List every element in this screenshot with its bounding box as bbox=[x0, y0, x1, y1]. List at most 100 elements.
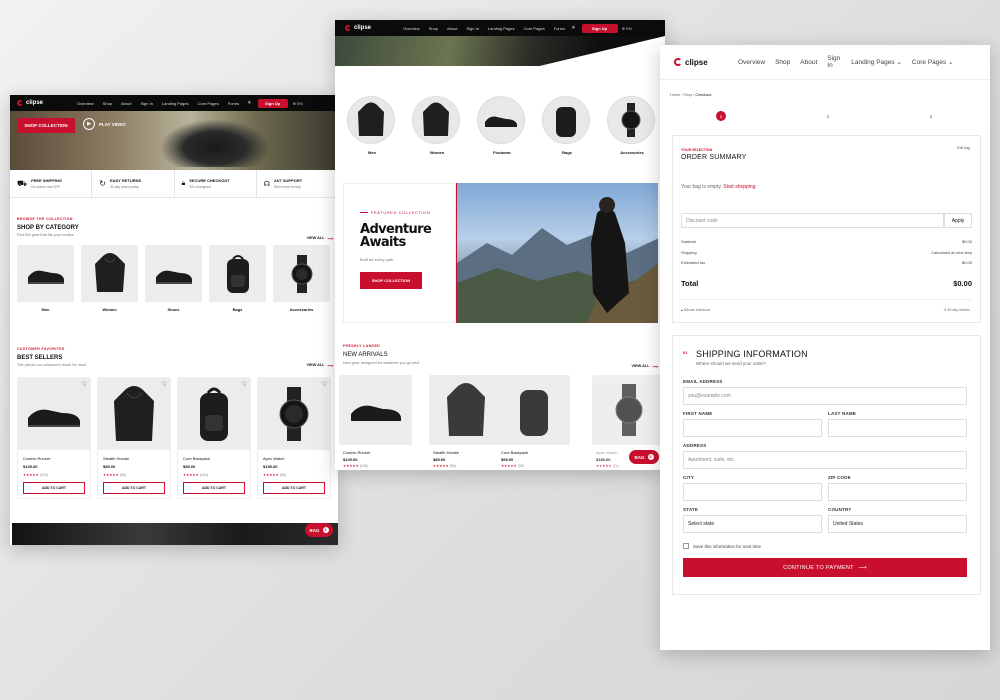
address-field[interactable]: Apartment, suite, etc. bbox=[683, 451, 967, 469]
floating-bag-button[interactable]: BAG 0 bbox=[305, 523, 333, 537]
nav-forms[interactable]: Forms bbox=[228, 101, 239, 106]
product-card[interactable]: ♡ Core Backpack $95.00 ★★★★★ (162) ADD T… bbox=[177, 377, 251, 499]
logo-mark-icon bbox=[345, 25, 351, 31]
nav-shop[interactable]: Shop bbox=[103, 101, 112, 106]
category-card-men[interactable]: Men bbox=[17, 245, 74, 312]
breadcrumb: Home / Shop / Checkout bbox=[670, 93, 712, 97]
brand-logo[interactable]: clipse bbox=[674, 58, 738, 67]
edit-bag-link[interactable]: Edit bag bbox=[957, 146, 970, 150]
new-arrivals-section: FRESHLY LANDED NEW ARRIVALS New gear, de… bbox=[343, 344, 658, 369]
theme-toggle-icon[interactable]: ☀ bbox=[247, 100, 251, 106]
product-card[interactable]: ♡ Cosmic Runner $129.00 ★★★★★ (203) ADD … bbox=[17, 377, 91, 499]
summary-row-tax: Estimated tax $0.00 bbox=[681, 260, 972, 265]
nav-landing-pages[interactable]: Landing Pages bbox=[488, 26, 515, 31]
product-card[interactable]: Stealth Hoodie $85.00 ★★★★★ (50) bbox=[429, 375, 502, 468]
zip-field[interactable] bbox=[828, 483, 967, 501]
wishlist-heart-icon[interactable]: ♡ bbox=[162, 381, 167, 388]
nav-shop[interactable]: Shop bbox=[775, 59, 790, 66]
nav-about[interactable]: About bbox=[447, 26, 457, 31]
step-3: 3 bbox=[929, 113, 932, 119]
product-card[interactable]: ♡ Apex Watch $159.00 ★★★★★ (88) ADD TO C… bbox=[257, 377, 331, 499]
nav-signin[interactable]: Sign In bbox=[140, 101, 152, 106]
wishlist-heart-icon[interactable]: ♡ bbox=[242, 381, 247, 388]
shipping-step-number: 01 bbox=[683, 350, 688, 355]
category-card-bags[interactable]: Bags bbox=[209, 245, 266, 312]
circle-category-women[interactable]: Women bbox=[412, 96, 462, 155]
watch-icon bbox=[615, 384, 642, 436]
nav-core-pages[interactable]: Core Pages bbox=[524, 26, 545, 31]
nav-shop[interactable]: Shop bbox=[429, 26, 438, 31]
category-card-accessories[interactable]: Accessories bbox=[273, 245, 330, 312]
bag-count-badge: 0 bbox=[647, 454, 654, 460]
hero-play-video-button[interactable]: ▶ PLAY VIDEO bbox=[83, 118, 126, 130]
nav-core-pages[interactable]: Core Pages ⌄ bbox=[912, 58, 954, 66]
hero-image: SHOP COLLECTION ▶ PLAY VIDEO bbox=[10, 111, 338, 170]
empty-bag-message: Your bag is empty. Start shopping bbox=[681, 184, 756, 190]
circle-category-accessories[interactable]: Accessories bbox=[607, 96, 657, 155]
nav-landing-pages[interactable]: Landing Pages ⌄ bbox=[851, 58, 902, 66]
category-card-women[interactable]: Women bbox=[81, 245, 138, 312]
arrivals-view-all-link[interactable]: VIEW ALL ⟶ bbox=[632, 364, 658, 369]
featured-shop-collection-button[interactable]: SHOP COLLECTION bbox=[360, 272, 422, 289]
save-info-checkbox[interactable] bbox=[683, 543, 689, 549]
nav-overview[interactable]: Overview bbox=[77, 101, 94, 106]
circle-category-men[interactable]: Men bbox=[347, 96, 397, 155]
floating-bag-button[interactable]: BAG 0 bbox=[629, 450, 659, 464]
summary-row-shipping: Shipping Calculated at next step bbox=[681, 250, 972, 255]
language-selector[interactable]: ⊕ EN bbox=[622, 26, 632, 31]
nav-signin[interactable]: Sign In bbox=[827, 55, 841, 69]
watch-icon bbox=[291, 254, 312, 293]
brand-logo[interactable]: clipse bbox=[17, 100, 69, 106]
theme-toggle-icon[interactable]: ☀ bbox=[571, 25, 575, 31]
signup-button[interactable]: Sign Up bbox=[581, 23, 618, 33]
category-subtitle: Find the gear that fits your routine bbox=[17, 233, 74, 237]
wishlist-heart-icon[interactable]: ♡ bbox=[82, 381, 87, 388]
arrivals-carousel[interactable]: Cosmic Runner $129.00 ★★★★★ (108) Stealt… bbox=[335, 375, 665, 470]
add-to-cart-button[interactable]: ADD TO CART bbox=[23, 482, 85, 494]
product-card[interactable]: Core Backpack $95.00 ★★★★★ (33) bbox=[497, 375, 570, 468]
return-icon: ↺ bbox=[943, 308, 947, 312]
nav-overview[interactable]: Overview bbox=[403, 26, 420, 31]
best-view-all-link[interactable]: VIEW ALL ⟶ bbox=[307, 363, 333, 368]
continue-to-payment-button[interactable]: CONTINUE TO PAYMENT ⟶ bbox=[683, 558, 967, 577]
country-select[interactable]: United States bbox=[828, 515, 967, 533]
shoe-icon bbox=[155, 270, 192, 284]
add-to-cart-button[interactable]: ADD TO CART bbox=[103, 482, 165, 494]
feature-strip: ⛟ FREE SHIPPING On orders over $75 ↻ EASY… bbox=[10, 170, 338, 198]
signup-button[interactable]: Sign Up bbox=[257, 98, 288, 108]
checkout-navbar: clipse Overview Shop About Sign In Landi… bbox=[660, 45, 990, 80]
category-image-women bbox=[81, 245, 138, 302]
state-select[interactable]: Select state bbox=[683, 515, 822, 533]
hoodie-icon bbox=[94, 252, 125, 292]
product-card[interactable]: ♡ Stealth Hoodie $85.00 ★★★★★ (96) ADD T… bbox=[97, 377, 171, 499]
first-name-field[interactable] bbox=[683, 419, 822, 437]
email-field[interactable]: you@example.com bbox=[683, 387, 967, 405]
nav-about[interactable]: About bbox=[121, 101, 131, 106]
nav-overview[interactable]: Overview bbox=[738, 59, 765, 66]
circle-category-bags[interactable]: Bags bbox=[542, 96, 592, 155]
hero-shop-collection-button[interactable]: SHOP COLLECTION bbox=[17, 118, 75, 133]
last-name-field[interactable] bbox=[828, 419, 967, 437]
start-shopping-link[interactable]: Start shopping bbox=[723, 184, 755, 190]
category-view-all-link[interactable]: VIEW ALL ⟶ bbox=[307, 236, 333, 241]
product-card[interactable]: Cosmic Runner $129.00 ★★★★★ (108) bbox=[339, 375, 412, 468]
add-to-cart-button[interactable]: ADD TO CART bbox=[183, 482, 245, 494]
category-image-shoes bbox=[145, 245, 202, 302]
circle-category-footwear[interactable]: Footwear bbox=[477, 96, 527, 155]
add-to-cart-button[interactable]: ADD TO CART bbox=[263, 482, 325, 494]
category-card-shoes[interactable]: Shoes bbox=[145, 245, 202, 312]
apply-discount-button[interactable]: Apply bbox=[944, 213, 972, 228]
save-info-checkbox-row[interactable]: Save this information for next time bbox=[683, 543, 761, 549]
nav-signin[interactable]: Sign In bbox=[466, 26, 478, 31]
discount-code-input[interactable]: Discount code bbox=[681, 213, 944, 228]
nav-landing-pages[interactable]: Landing Pages bbox=[162, 101, 189, 106]
featured-eyebrow: FEATURED COLLECTION bbox=[360, 210, 455, 215]
language-selector[interactable]: ⊕ EN bbox=[293, 101, 303, 106]
wishlist-heart-icon[interactable]: ♡ bbox=[322, 381, 327, 388]
product-image bbox=[258, 378, 330, 450]
brand-logo[interactable]: clipse bbox=[345, 25, 395, 31]
city-field[interactable] bbox=[683, 483, 822, 501]
nav-core-pages[interactable]: Core Pages bbox=[198, 101, 219, 106]
nav-about[interactable]: About bbox=[800, 59, 817, 66]
nav-forms[interactable]: Forms bbox=[554, 26, 565, 31]
